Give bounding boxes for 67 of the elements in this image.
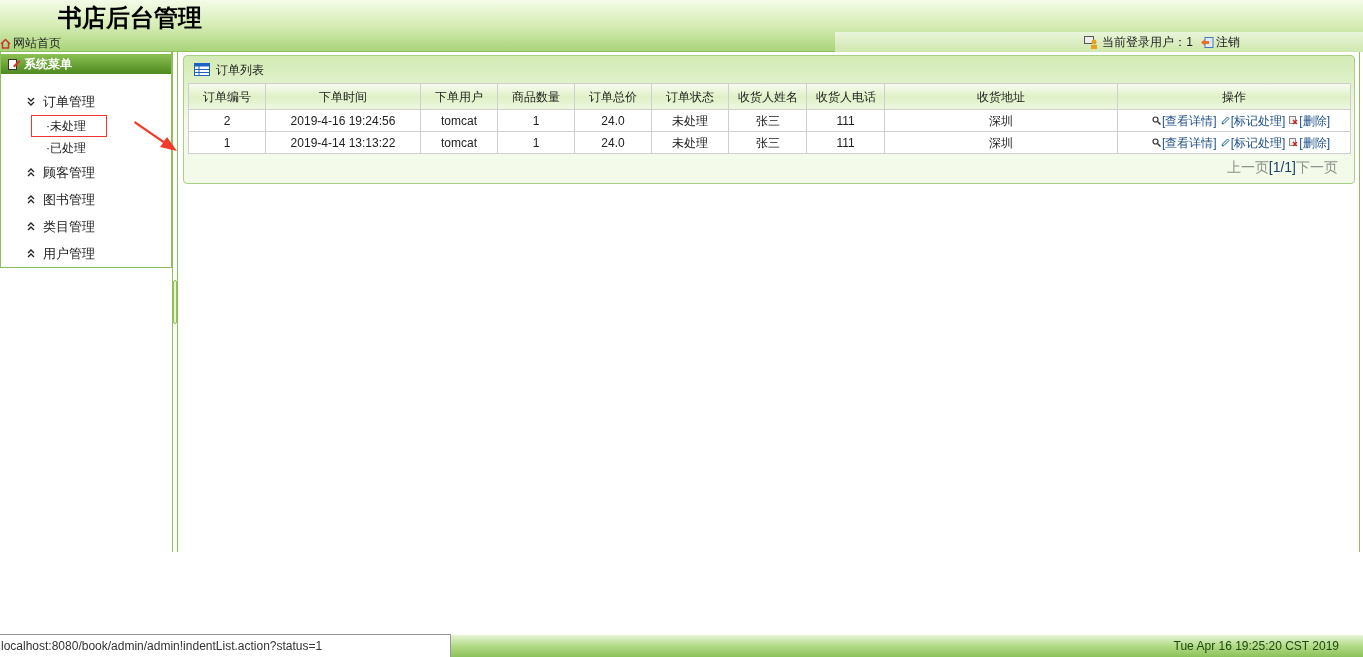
chevron-up-icon — [27, 168, 35, 177]
column-header: 下单用户 — [420, 83, 498, 110]
table-icon — [194, 63, 210, 76]
page-indicator: [1/1] — [1268, 158, 1296, 177]
menu-header: 系统菜单 — [1, 54, 171, 74]
table-cell: 1 — [188, 131, 266, 154]
menu-item[interactable]: ·已处理 — [31, 137, 107, 159]
edit-icon — [8, 58, 21, 70]
action-link[interactable]: [删除] — [1289, 111, 1330, 130]
column-header: 订单状态 — [651, 83, 729, 110]
datetime: Tue Apr 16 19:25:20 CST 2019 — [1173, 638, 1339, 655]
exit-arrow-icon — [1200, 36, 1214, 48]
current-user-label: 当前登录用户：1 — [1102, 34, 1193, 51]
column-header: 下单时间 — [265, 83, 421, 110]
column-header: 收货人电话 — [806, 83, 885, 110]
search-icon — [1152, 116, 1161, 125]
table-cell: 未处理 — [651, 131, 729, 154]
chevron-down-icon — [27, 97, 35, 106]
table-cell: 2019-4-14 13:13:22 — [265, 131, 421, 154]
panel-title: 订单列表 — [216, 61, 264, 79]
table-cell: 1 — [497, 109, 575, 132]
table-cell: tomcat — [420, 131, 498, 154]
splitter-handle[interactable] — [173, 280, 177, 324]
column-header: 操作 — [1117, 83, 1351, 110]
logout-link[interactable]: 注销 — [1200, 33, 1240, 51]
table-cell: 张三 — [728, 109, 807, 132]
action-link[interactable]: [标记处理] — [1220, 133, 1286, 152]
status-url: localhost:8080/book/admin/admin!indentList.action?status=1 — [0, 634, 451, 657]
table-cell: 张三 — [728, 131, 807, 154]
chevron-up-icon — [27, 195, 35, 204]
pencil-icon — [1220, 116, 1230, 125]
table-cell: 2 — [188, 109, 266, 132]
house-icon — [0, 37, 11, 49]
site-title: 书店后台管理 — [58, 3, 202, 33]
table-cell: tomcat — [420, 109, 498, 132]
search-icon — [1152, 138, 1161, 147]
table-cell: 111 — [806, 109, 885, 132]
pencil-icon — [1220, 138, 1230, 147]
delete-icon — [1289, 116, 1299, 125]
table-cell: 2019-4-16 19:24:56 — [265, 109, 421, 132]
table-cell: 深圳 — [884, 131, 1118, 154]
column-header: 订单总价 — [574, 83, 652, 110]
menu-group[interactable]: 用户管理 — [27, 240, 171, 267]
table-cell: 深圳 — [884, 109, 1118, 132]
menu-group[interactable]: 图书管理 — [27, 186, 171, 213]
table-cell: 111 — [806, 131, 885, 154]
menu-group[interactable]: 订单管理 — [27, 88, 171, 115]
table-cell: 未处理 — [651, 109, 729, 132]
table-cell: 24.0 — [574, 109, 652, 132]
table-cell: 1 — [497, 131, 575, 154]
column-header: 收货地址 — [884, 83, 1118, 110]
home-link[interactable]: 网站首页 — [0, 34, 61, 52]
table-cell: 24.0 — [574, 131, 652, 154]
action-link[interactable]: [查看详情] — [1152, 111, 1217, 130]
menu-group[interactable]: 顾客管理 — [27, 159, 171, 186]
column-header: 订单编号 — [188, 83, 266, 110]
column-header: 商品数量 — [497, 83, 575, 110]
chevron-up-icon — [27, 222, 35, 231]
action-link[interactable]: [查看详情] — [1152, 133, 1217, 152]
delete-icon — [1289, 138, 1299, 147]
user-icon — [1084, 35, 1099, 49]
chevron-up-icon — [27, 249, 35, 258]
action-link[interactable]: [删除] — [1289, 133, 1330, 152]
menu-group[interactable]: 类目管理 — [27, 213, 171, 240]
action-link[interactable]: [标记处理] — [1220, 111, 1286, 130]
menu-item[interactable]: ·未处理 — [31, 115, 107, 137]
column-header: 收货人姓名 — [728, 83, 807, 110]
